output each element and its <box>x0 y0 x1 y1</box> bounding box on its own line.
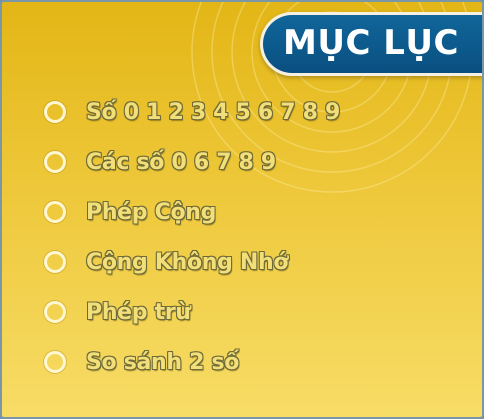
menu-item-label: So sánh 2 số <box>86 349 240 375</box>
circle-bullet-icon <box>44 151 66 173</box>
menu-item-label: Phép trừ <box>86 299 191 325</box>
menu-panel: MỤC LỤC Số 0 1 2 3 4 5 6 7 8 9 Các số 0 … <box>0 0 484 419</box>
circle-bullet-icon <box>44 301 66 323</box>
menu-item-label: Phép Cộng <box>86 199 217 225</box>
menu-item-phep-tru[interactable]: Phép trừ <box>42 287 462 337</box>
menu-list: Số 0 1 2 3 4 5 6 7 8 9 Các số 0 6 7 8 9 … <box>42 87 462 387</box>
circle-bullet-icon <box>44 101 66 123</box>
menu-item-so-0-9[interactable]: Số 0 1 2 3 4 5 6 7 8 9 <box>42 87 462 137</box>
menu-item-label: Số 0 1 2 3 4 5 6 7 8 9 <box>86 99 341 125</box>
menu-item-label: Các số 0 6 7 8 9 <box>86 149 276 175</box>
title-banner: MỤC LỤC <box>260 12 482 76</box>
circle-bullet-icon <box>44 351 66 373</box>
menu-item-cong-khong-nho[interactable]: Cộng Không Nhớ <box>42 237 462 287</box>
menu-item-so-sanh[interactable]: So sánh 2 số <box>42 337 462 387</box>
menu-item-label: Cộng Không Nhớ <box>86 249 289 275</box>
page-title: MỤC LỤC <box>283 23 459 63</box>
menu-item-phep-cong[interactable]: Phép Cộng <box>42 187 462 237</box>
menu-item-cac-so[interactable]: Các số 0 6 7 8 9 <box>42 137 462 187</box>
circle-bullet-icon <box>44 201 66 223</box>
circle-bullet-icon <box>44 251 66 273</box>
